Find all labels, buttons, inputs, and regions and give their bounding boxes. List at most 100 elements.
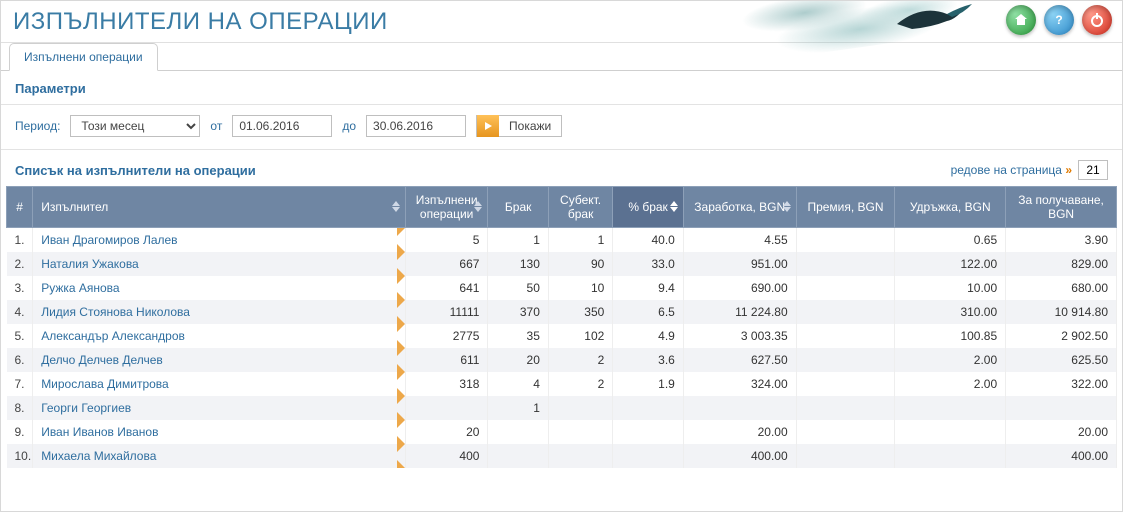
cell-earn: 951.00 [683,252,796,276]
cell-prem [796,420,895,444]
from-label: от [210,119,222,133]
cell-prem [796,396,895,420]
cell-index: 10. [7,444,33,468]
cell-ops: 641 [405,276,488,300]
performer-link[interactable]: Наталия Ужакова [41,257,139,271]
date-from-input[interactable] [232,115,332,137]
cell-ded: 122.00 [895,252,1006,276]
cell-rec: 3.90 [1006,228,1117,253]
rows-per-page-input[interactable] [1078,160,1108,180]
performer-link[interactable]: Мирослава Димитрова [41,377,169,391]
col-rec[interactable]: За получаване, BGN [1006,187,1117,228]
col-prem[interactable]: Премия, BGN [796,187,895,228]
col-sbrak[interactable]: Субект. брак [548,187,612,228]
table-row: 10.Михаела Михайлова400400.00400.00 [7,444,1117,468]
cell-earn: 4.55 [683,228,796,253]
cell-pbrak: 9.4 [613,276,684,300]
cell-ded: 10.00 [895,276,1006,300]
cell-performer: Георги Георгиев [33,396,406,420]
params-section-title: Параметри [1,71,1122,105]
col-pbrak[interactable]: % брак [613,187,684,228]
home-button[interactable] [1006,5,1036,35]
performer-link[interactable]: Михаела Михайлова [41,449,156,463]
cell-ops: 400 [405,444,488,468]
cell-brak [488,444,548,468]
cell-performer: Иван Драгомиров Лалев [33,228,406,253]
cell-sbrak: 90 [548,252,612,276]
cell-performer: Михаела Михайлова [33,444,406,468]
cell-earn: 11 224.80 [683,300,796,324]
cell-sbrak: 2 [548,348,612,372]
cell-rec: 20.00 [1006,420,1117,444]
cell-ded: 2.00 [895,348,1006,372]
performer-link[interactable]: Лидия Стоянова Николова [41,305,190,319]
cell-sbrak: 102 [548,324,612,348]
performer-link[interactable]: Иван Драгомиров Лалев [41,233,177,247]
show-button-label: Покажи [499,119,561,133]
help-button[interactable]: ? [1044,5,1074,35]
cell-index: 5. [7,324,33,348]
cell-performer: Ружка Аянова [33,276,406,300]
rows-per-page-link[interactable]: редове на страница » [951,163,1072,177]
operations-table: # Изпълнител Изпълнени операции Брак Суб… [6,186,1117,468]
cell-brak: 370 [488,300,548,324]
show-button[interactable]: Покажи [476,115,562,137]
cell-prem [796,324,895,348]
table-row: 8.Георги Георгиев1 [7,396,1117,420]
cell-ops: 611 [405,348,488,372]
performer-link[interactable]: Ружка Аянова [41,281,119,295]
col-brak[interactable]: Брак [488,187,548,228]
cell-performer: Делчо Делчев Делчев [33,348,406,372]
date-to-input[interactable] [366,115,466,137]
cell-rec: 322.00 [1006,372,1117,396]
cell-ded: 0.65 [895,228,1006,253]
cell-brak: 4 [488,372,548,396]
sort-icon [782,200,792,214]
cell-brak: 1 [488,228,548,253]
performer-link[interactable]: Георги Георгиев [41,401,131,415]
performer-link[interactable]: Делчо Делчев Делчев [41,353,163,367]
svg-text:?: ? [1055,13,1062,27]
cell-brak [488,420,548,444]
cell-index: 7. [7,372,33,396]
cell-sbrak [548,444,612,468]
cell-index: 9. [7,420,33,444]
cell-ded: 100.85 [895,324,1006,348]
cell-rec: 680.00 [1006,276,1117,300]
logout-button[interactable] [1082,5,1112,35]
cell-prem [796,300,895,324]
cell-rec: 400.00 [1006,444,1117,468]
cell-index: 3. [7,276,33,300]
cell-brak: 50 [488,276,548,300]
cell-brak: 20 [488,348,548,372]
table-row: 5.Александър Александров2775351024.93 00… [7,324,1117,348]
cell-prem [796,252,895,276]
col-earn[interactable]: Заработка, BGN [683,187,796,228]
cell-performer: Лидия Стоянова Николова [33,300,406,324]
cell-rec: 829.00 [1006,252,1117,276]
performer-link[interactable]: Александър Александров [41,329,185,343]
cell-earn: 690.00 [683,276,796,300]
cell-ops: 5 [405,228,488,253]
page-title: ИЗПЪЛНИТЕЛИ НА ОПЕРАЦИИ [13,8,388,36]
table-row: 9.Иван Иванов Иванов2020.0020.00 [7,420,1117,444]
cell-ded [895,396,1006,420]
cell-rec: 10 914.80 [1006,300,1117,324]
cell-brak: 1 [488,396,548,420]
cell-index: 2. [7,252,33,276]
cell-pbrak [613,444,684,468]
performer-link[interactable]: Иван Иванов Иванов [41,425,158,439]
decorative-bird [892,0,982,39]
power-icon [1089,12,1105,28]
col-ded[interactable]: Удръжка, BGN [895,187,1006,228]
col-performer[interactable]: Изпълнител [33,187,406,228]
col-ops[interactable]: Изпълнени операции [405,187,488,228]
cell-earn: 3 003.35 [683,324,796,348]
period-select[interactable]: Този месец [70,115,200,137]
col-index[interactable]: # [7,187,33,228]
cell-ops: 318 [405,372,488,396]
table-row: 1.Иван Драгомиров Лалев51140.04.550.653.… [7,228,1117,253]
cell-prem [796,348,895,372]
tab-completed-operations[interactable]: Изпълнени операции [9,43,158,71]
cell-prem [796,276,895,300]
